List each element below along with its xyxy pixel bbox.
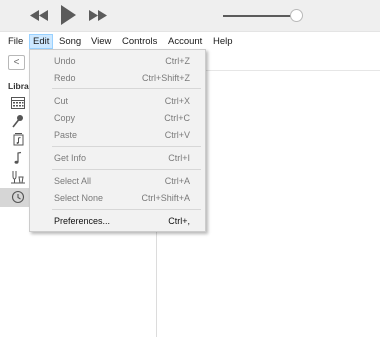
volume-knob[interactable]: [290, 9, 303, 22]
menu-bar: File Edit Song View Controls Account Hel…: [0, 33, 380, 50]
menu-item-cut[interactable]: Cut Ctrl+X: [30, 93, 205, 109]
menu-item-label: Get Info: [54, 153, 87, 163]
library-header: Libra: [8, 81, 29, 91]
downloaded-icon[interactable]: [10, 190, 26, 204]
menu-item-label: Select None: [54, 193, 104, 203]
menu-item-shortcut: Ctrl+,: [168, 216, 190, 226]
menu-song[interactable]: Song: [56, 34, 84, 49]
albums-icon[interactable]: [10, 132, 26, 146]
menu-item-select-all[interactable]: Select All Ctrl+A: [30, 173, 205, 189]
artists-icon[interactable]: [10, 114, 26, 128]
menu-item-select-none[interactable]: Select None Ctrl+Shift+A: [30, 190, 205, 206]
menu-item-label: Redo: [54, 73, 76, 83]
play-icon[interactable]: [60, 5, 76, 25]
menu-item-copy[interactable]: Copy Ctrl+C: [30, 110, 205, 126]
back-button[interactable]: <: [8, 55, 25, 70]
menu-item-preferences[interactable]: Preferences... Ctrl+,: [30, 213, 205, 229]
menu-item-shortcut: Ctrl+X: [164, 96, 190, 106]
menu-separator: [52, 88, 201, 89]
pane-divider[interactable]: [156, 232, 157, 337]
player-bar: [0, 0, 380, 32]
previous-icon[interactable]: [30, 10, 48, 21]
content-header-line: [206, 70, 380, 71]
menu-file[interactable]: File: [5, 34, 26, 49]
menu-help[interactable]: Help: [210, 34, 236, 49]
menu-item-shortcut: Ctrl+Shift+A: [141, 193, 190, 203]
menu-item-shortcut: Ctrl+V: [164, 130, 190, 140]
menu-item-shortcut: Ctrl+I: [168, 153, 190, 163]
menu-item-paste[interactable]: Paste Ctrl+V: [30, 127, 205, 143]
menu-controls[interactable]: Controls: [119, 34, 160, 49]
menu-item-label: Preferences...: [54, 216, 111, 226]
menu-item-shortcut: Ctrl+Z: [165, 56, 190, 66]
next-icon[interactable]: [89, 10, 107, 21]
menu-separator: [52, 169, 201, 170]
menu-item-redo[interactable]: Redo Ctrl+Shift+Z: [30, 70, 205, 86]
recently-added-icon[interactable]: [10, 96, 26, 110]
menu-separator: [52, 146, 201, 147]
menu-item-shortcut: Ctrl+A: [164, 176, 190, 186]
menu-item-get-info[interactable]: Get Info Ctrl+I: [30, 150, 205, 166]
menu-separator: [52, 209, 201, 210]
menu-item-undo[interactable]: Undo Ctrl+Z: [30, 53, 205, 69]
menu-item-label: Copy: [54, 113, 76, 123]
songs-icon[interactable]: [10, 151, 26, 165]
menu-item-label: Select All: [54, 176, 92, 186]
edit-menu-dropdown: Undo Ctrl+Z Redo Ctrl+Shift+Z Cut Ctrl+X…: [29, 49, 206, 232]
menu-item-label: Paste: [54, 130, 78, 140]
menu-item-label: Cut: [54, 96, 69, 106]
menu-item-shortcut: Ctrl+C: [164, 113, 190, 123]
menu-account[interactable]: Account: [165, 34, 205, 49]
menu-edit[interactable]: Edit: [29, 34, 54, 49]
menu-view[interactable]: View: [88, 34, 114, 49]
menu-item-label: Undo: [54, 56, 76, 66]
menu-item-shortcut: Ctrl+Shift+Z: [141, 73, 190, 83]
genres-icon[interactable]: [10, 170, 26, 184]
volume-slider[interactable]: [223, 15, 296, 17]
